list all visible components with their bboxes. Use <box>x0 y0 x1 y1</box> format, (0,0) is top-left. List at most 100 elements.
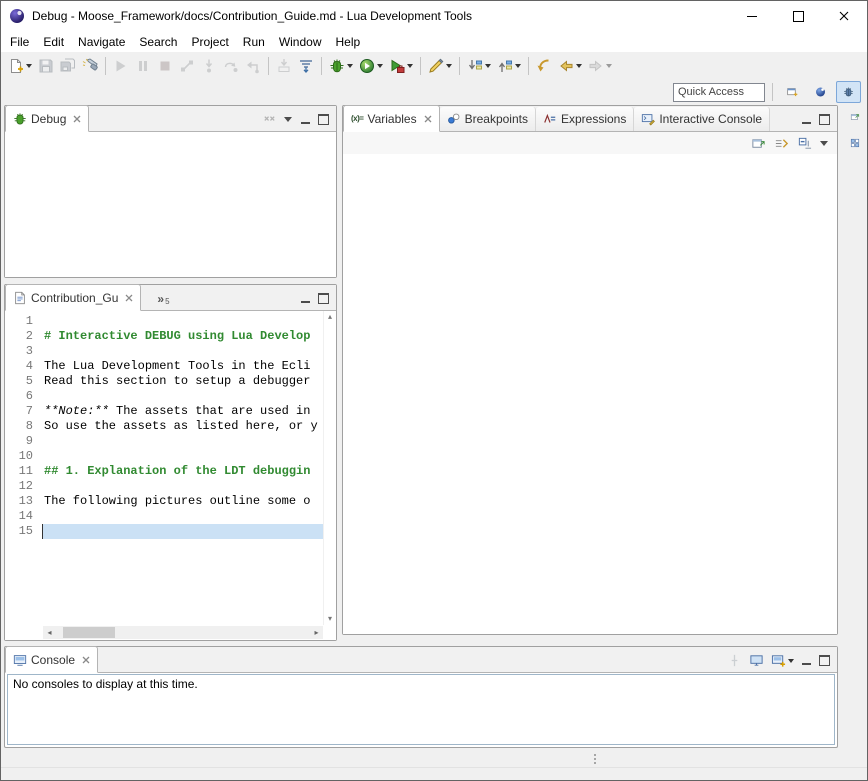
scrollbar-thumb[interactable] <box>63 627 115 638</box>
save-all-button[interactable] <box>57 55 79 77</box>
scroll-right-icon[interactable] <box>310 628 323 637</box>
open-perspective-button[interactable] <box>780 81 805 103</box>
close-tab-icon[interactable] <box>82 656 90 664</box>
tab-breakpoints[interactable]: Breakpoints <box>440 107 536 131</box>
editor-line[interactable]: 11 ## 1. Explanation of the LDT debuggin <box>5 464 323 479</box>
menu-item[interactable]: File <box>3 33 36 51</box>
editor-line[interactable]: 6 <box>5 389 323 404</box>
maximize-view-icon[interactable] <box>318 293 329 304</box>
tab-interactive-console[interactable]: Interactive Console <box>634 107 770 131</box>
fast-view-layout-button[interactable] <box>844 133 866 153</box>
next-annotation-button[interactable] <box>464 55 494 77</box>
suspend-button[interactable] <box>132 55 154 77</box>
use-step-filters-button[interactable] <box>295 55 317 77</box>
editor-line[interactable]: 4 The Lua Development Tools in the Ecli <box>5 359 323 374</box>
maximize-window-button[interactable] <box>775 1 821 31</box>
editor-line[interactable]: 9 <box>5 434 323 449</box>
debug-perspective-button[interactable] <box>836 81 861 103</box>
save-button[interactable] <box>35 55 57 77</box>
back-button[interactable] <box>555 55 585 77</box>
menu-item[interactable]: Search <box>132 33 184 51</box>
scroll-left-icon[interactable] <box>43 628 56 637</box>
tab-overflow-chevron[interactable]: 5 <box>157 292 169 310</box>
menu-item[interactable]: Window <box>272 33 329 51</box>
open-console-button[interactable] <box>771 653 794 668</box>
menu-item[interactable]: Edit <box>36 33 71 51</box>
last-edit-location-button[interactable] <box>533 55 555 77</box>
editor-line[interactable]: 8 So use the assets as listed here, or y <box>5 419 323 434</box>
line-number: 5 <box>5 374 42 389</box>
forward-arrow-icon <box>588 58 604 74</box>
variables-view-content <box>343 154 837 634</box>
run-icon <box>359 58 375 74</box>
minimize-window-button[interactable] <box>729 1 775 31</box>
sash-grip[interactable] <box>594 754 596 764</box>
editor-panel: Contribution_Gu 5 1 2 <box>4 284 337 641</box>
close-tab-icon[interactable] <box>424 115 432 123</box>
editor-line[interactable]: 10 <box>5 449 323 464</box>
menu-item[interactable]: Navigate <box>71 33 132 51</box>
menu-item[interactable]: Run <box>236 33 272 51</box>
editor-vertical-scrollbar[interactable] <box>323 311 336 625</box>
editor-horizontal-scrollbar[interactable] <box>43 626 323 639</box>
minimize-view-icon[interactable] <box>300 114 311 125</box>
scroll-down-icon[interactable] <box>328 615 332 623</box>
editor-line[interactable]: 3 <box>5 344 323 359</box>
step-over-button[interactable] <box>220 55 242 77</box>
editor-line[interactable]: 2 # Interactive DEBUG using Lua Develop <box>5 329 323 344</box>
close-tab-icon[interactable] <box>73 115 81 123</box>
editor-line[interactable]: 15 <box>5 524 323 539</box>
external-tools-button[interactable] <box>386 55 416 77</box>
editor-line[interactable]: 5 Read this section to setup a debugger <box>5 374 323 389</box>
lua-perspective-button[interactable] <box>808 81 833 103</box>
minimize-view-icon[interactable] <box>801 655 812 666</box>
collapse-all-icon[interactable] <box>797 136 812 151</box>
search-button[interactable] <box>79 55 101 77</box>
menu-item[interactable]: Project <box>184 33 235 51</box>
editor-line[interactable]: 1 <box>5 314 323 329</box>
view-menu-icon[interactable] <box>820 139 829 148</box>
scroll-up-icon[interactable] <box>328 313 332 321</box>
view-menu-icon[interactable] <box>284 115 293 124</box>
editor-content[interactable]: 1 2 # Interactive DEBUG using Lua Develo… <box>5 311 336 640</box>
drop-to-frame-button[interactable] <box>273 55 295 77</box>
tab-editor-contribution-guide[interactable]: Contribution_Gu <box>5 284 141 311</box>
disconnect-button[interactable] <box>176 55 198 77</box>
display-selected-console-icon[interactable] <box>749 653 764 668</box>
editor-line[interactable]: 12 <box>5 479 323 494</box>
previous-annotation-button[interactable] <box>494 55 524 77</box>
step-return-button[interactable] <box>242 55 264 77</box>
run-button[interactable] <box>356 55 386 77</box>
editor-line[interactable]: 7 **Note:** The assets that are used in <box>5 404 323 419</box>
forward-button[interactable] <box>585 55 615 77</box>
debug-button[interactable] <box>326 55 356 77</box>
menu-item[interactable]: Help <box>329 33 368 51</box>
restore-editor-button[interactable] <box>844 107 866 127</box>
new-wizard-button[interactable] <box>5 55 35 77</box>
resume-button[interactable] <box>110 55 132 77</box>
tab-debug[interactable]: Debug <box>5 105 89 132</box>
show-type-names-icon[interactable] <box>751 136 766 151</box>
mark-occurrences-button[interactable] <box>425 55 455 77</box>
minimize-view-icon[interactable] <box>801 114 812 125</box>
editor-line[interactable]: 14 <box>5 509 323 524</box>
close-window-button[interactable] <box>821 1 867 31</box>
quick-access-input[interactable]: Quick Access <box>673 83 765 102</box>
debug-view-content <box>5 132 336 277</box>
step-into-button[interactable] <box>198 55 220 77</box>
close-tab-icon[interactable] <box>125 294 133 302</box>
maximize-view-icon[interactable] <box>819 655 830 666</box>
scrollbar-track[interactable] <box>56 626 310 639</box>
remove-all-terminated-icon[interactable] <box>262 112 277 127</box>
show-logical-structures-icon[interactable] <box>774 136 789 151</box>
code-area[interactable]: 1 2 # Interactive DEBUG using Lua Develo… <box>5 311 323 625</box>
maximize-view-icon[interactable] <box>318 114 329 125</box>
terminate-button[interactable] <box>154 55 176 77</box>
minimize-view-icon[interactable] <box>300 293 311 304</box>
tab-console[interactable]: Console <box>5 646 98 673</box>
tab-expressions[interactable]: Expressions <box>536 107 634 131</box>
editor-line[interactable]: 13 The following pictures outline some o <box>5 494 323 509</box>
tab-variables[interactable]: (x)= Variables <box>343 105 440 132</box>
maximize-view-icon[interactable] <box>819 114 830 125</box>
pin-console-icon[interactable] <box>727 653 742 668</box>
